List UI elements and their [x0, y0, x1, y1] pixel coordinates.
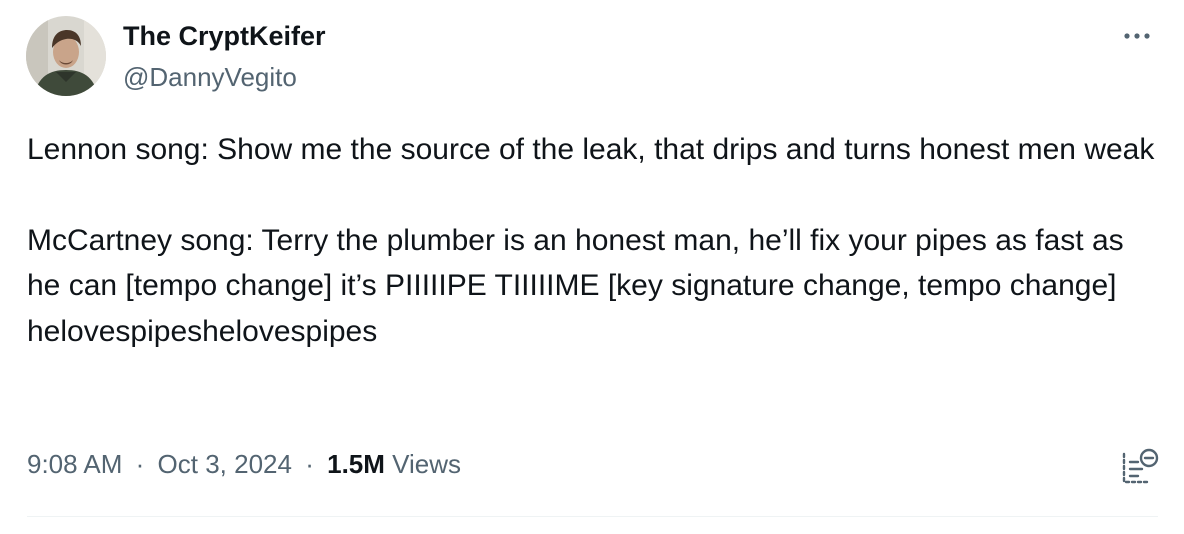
views-label: Views	[392, 449, 462, 479]
author-display-name[interactable]: The CryptKeifer	[123, 19, 326, 53]
tweet-time[interactable]: 9:08 AM	[27, 449, 122, 479]
tweet-paragraph-2: McCartney song: Terry the plumber is an …	[27, 223, 1124, 348]
separator-dot: ·	[135, 449, 145, 479]
tweet-text: Lennon song: Show me the source of the l…	[27, 127, 1162, 354]
more-options-icon[interactable]	[1114, 24, 1160, 48]
paragraph-spacer	[27, 173, 1162, 218]
divider	[27, 516, 1158, 517]
author-handle[interactable]: @DannyVegito	[123, 61, 297, 93]
avatar-photo	[26, 16, 106, 96]
separator-dot: ·	[305, 449, 314, 479]
analytics-icon[interactable]	[1118, 444, 1162, 488]
tweet-metadata: 9:08 AM · Oct 3, 2024 · 1.5M Views	[27, 447, 461, 481]
tweet-date[interactable]: Oct 3, 2024	[158, 449, 292, 479]
tweet-paragraph-1: Lennon song: Show me the source of the l…	[27, 133, 1155, 166]
avatar[interactable]	[26, 16, 106, 96]
tweet-card: The CryptKeifer @DannyVegito Lennon song…	[0, 0, 1184, 534]
views-count: 1.5M	[327, 449, 385, 479]
